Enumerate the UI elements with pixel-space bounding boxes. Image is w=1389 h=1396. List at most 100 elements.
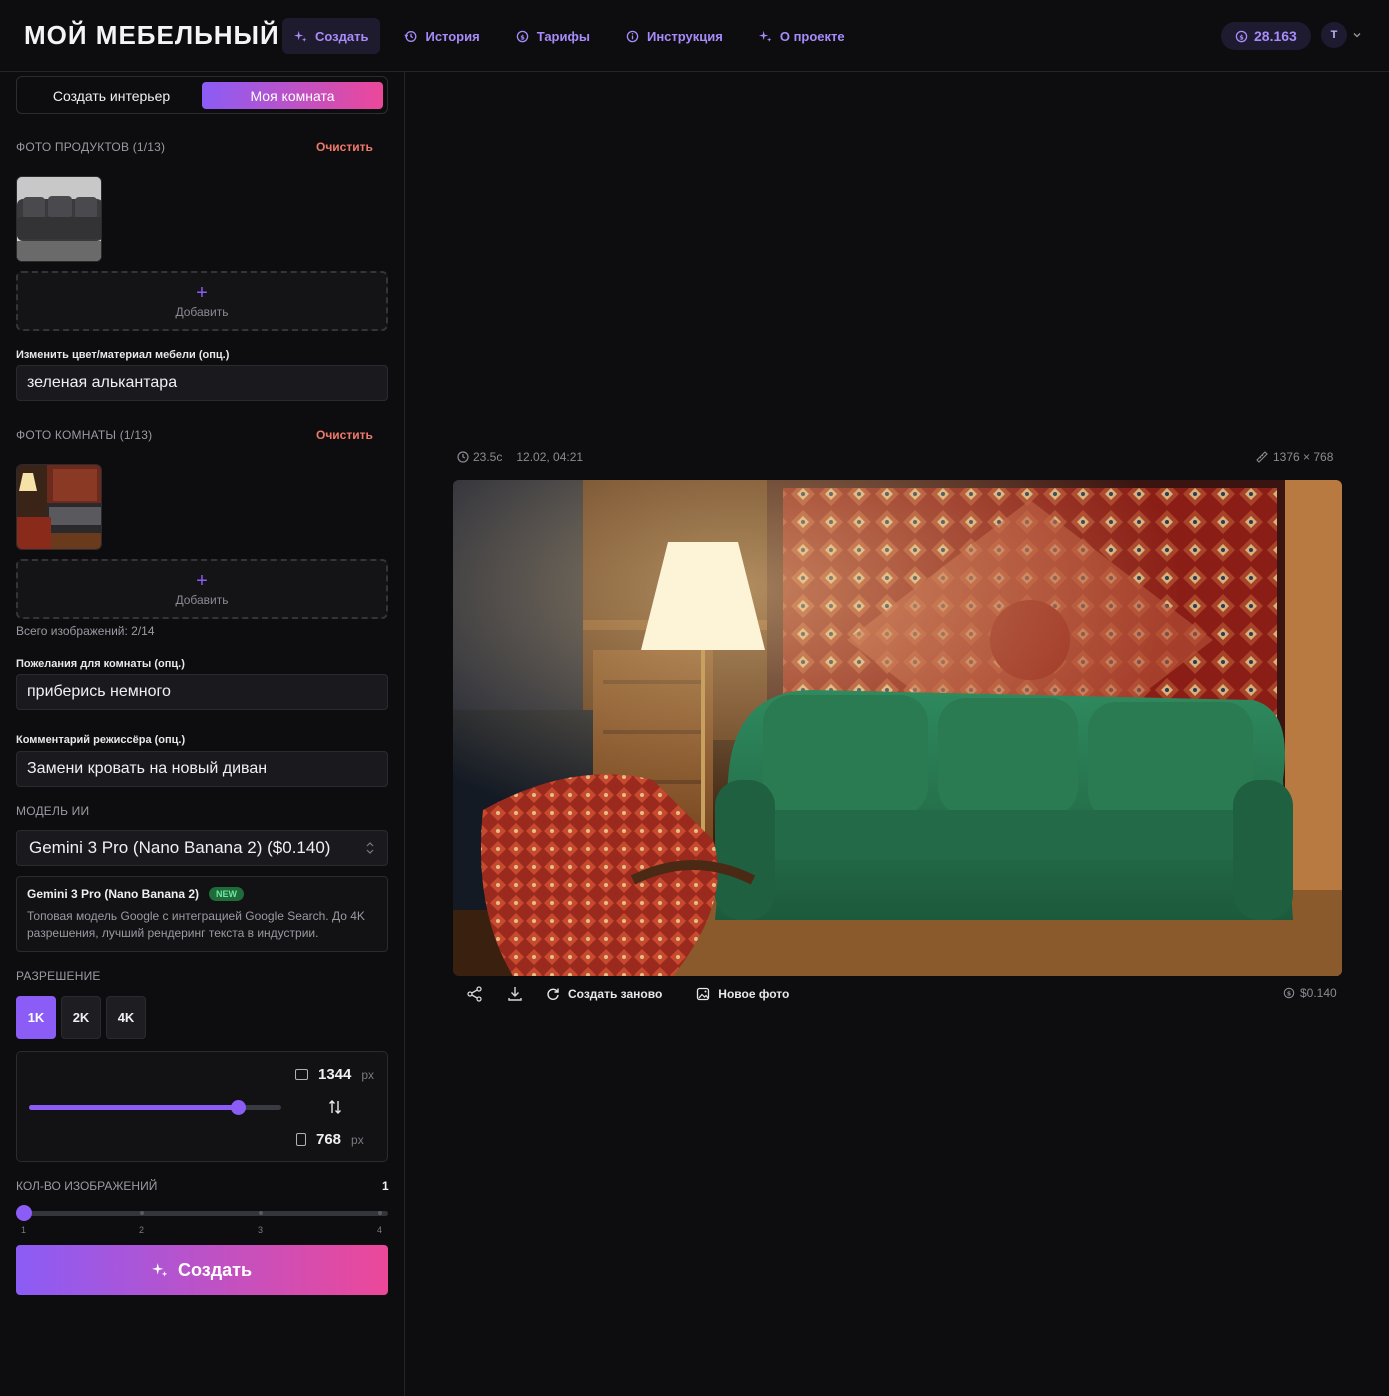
model-info-card: Gemini 3 Pro (Nano Banana 2) NEW Топовая…	[16, 876, 388, 952]
portrait-icon	[296, 1133, 306, 1146]
sparkles-icon	[151, 1263, 168, 1277]
plus-icon: +	[196, 569, 208, 592]
product-thumbnail[interactable]	[16, 176, 102, 262]
balance-badge[interactable]: $ 28.163	[1221, 22, 1311, 50]
new-photo-button[interactable]: Новое фото	[696, 987, 789, 1001]
count-tick-label: 1	[21, 1225, 27, 1235]
tab-my-room[interactable]: Моя комната	[202, 82, 383, 109]
material-input[interactable]: зеленая алькантара	[16, 365, 388, 401]
download-icon[interactable]	[506, 985, 524, 1003]
sofa-photo	[17, 177, 101, 261]
new-photo-label: Новое фото	[718, 987, 790, 1001]
nav-about[interactable]: О проекте	[747, 18, 857, 54]
create-button[interactable]: Создать	[16, 1245, 388, 1295]
width-unit: px	[361, 1067, 375, 1082]
duration: 23.5с	[457, 450, 502, 464]
clock-icon	[457, 451, 469, 463]
count-tick	[140, 1211, 144, 1215]
width-value[interactable]: 1344	[318, 1066, 351, 1083]
create-button-label: Создать	[177, 1259, 253, 1280]
mode-switch: Создать интерьер Моя комната	[16, 76, 388, 114]
count-slider[interactable]	[24, 1211, 388, 1216]
count-value: 1	[382, 1179, 389, 1193]
resolution-1k-button[interactable]: 1K	[16, 996, 56, 1039]
height-unit: px	[351, 1132, 364, 1147]
balance-value: 28.163	[1254, 28, 1297, 44]
plus-icon: +	[196, 281, 208, 304]
width-row: 1344 px	[295, 1066, 374, 1083]
generation-cost: $ $0.140	[1283, 986, 1337, 1000]
ruler-icon	[1256, 451, 1268, 463]
nav-create-label: Создать	[315, 28, 369, 44]
nav-instructions-label: Инструкция	[646, 28, 723, 44]
wishes-label: Пожелания для комнаты (опц.)	[16, 658, 185, 670]
count-tick-label: 2	[139, 1225, 145, 1235]
cost-value: $0.140	[1300, 986, 1337, 1000]
generated-room-image	[453, 480, 1342, 976]
image-plus-icon	[697, 987, 710, 1001]
refresh-icon	[547, 988, 559, 1000]
add-room-button[interactable]: + Добавить	[16, 559, 388, 619]
brand-logo[interactable]: МОЙ МЕБЕЛЬНЫЙ	[24, 20, 280, 51]
add-product-label: Добавить	[175, 304, 229, 319]
room-photo	[17, 465, 101, 549]
nav-tariffs-label: Тарифы	[536, 28, 590, 44]
room-thumbnail[interactable]	[16, 464, 102, 550]
room-clear-link[interactable]: Очистить	[316, 428, 373, 442]
nav-create[interactable]: Создать	[282, 18, 381, 54]
products-section-label: ФОТО ПРОДУКТОВ (1/13)	[16, 140, 166, 154]
nav-history-label: История	[425, 28, 480, 44]
info-icon	[626, 30, 639, 42]
dimensions-panel: 1344 px 768 px	[16, 1051, 388, 1162]
model-select[interactable]: Gemini 3 Pro (Nano Banana 2) ($0.140)	[16, 830, 388, 866]
resolution-4k-button[interactable]: 4K	[106, 996, 146, 1039]
tab-create-interior[interactable]: Создать интерьер	[21, 82, 202, 109]
chevron-down-icon[interactable]	[1352, 30, 1362, 40]
add-product-button[interactable]: + Добавить	[16, 271, 388, 331]
count-tick	[378, 1211, 382, 1215]
resolution-2k-button[interactable]: 2K	[61, 996, 101, 1039]
timestamp: 12.02, 04:21	[516, 450, 584, 464]
result-image[interactable]	[453, 480, 1342, 976]
result-actions: Создать заново Новое фото	[466, 985, 789, 1003]
model-description: Топовая модель Google с интеграцией Goog…	[27, 909, 365, 940]
top-bar: МОЙ МЕБЕЛЬНЫЙ Создать История $ Тарифы И…	[0, 0, 1389, 72]
new-badge: NEW	[209, 887, 245, 901]
products-clear-link[interactable]: Очистить	[316, 140, 373, 154]
landscape-icon	[295, 1069, 308, 1080]
wishes-input[interactable]: приберись немного	[16, 674, 388, 710]
coin-icon: $	[1235, 30, 1248, 42]
total-images: Всего изображений: 2/14	[16, 624, 155, 638]
director-input[interactable]: Замени кровать на новый диван	[16, 751, 388, 787]
swap-dimensions-icon[interactable]	[328, 1099, 342, 1115]
aspect-slider-handle[interactable]	[231, 1100, 247, 1115]
svg-text:$: $	[1239, 33, 1244, 41]
sparkles-icon	[758, 30, 772, 42]
count-section-label: КОЛ-ВО ИЗОБРАЖЕНИЙ	[16, 1179, 158, 1193]
regenerate-button[interactable]: Создать заново	[546, 987, 662, 1001]
resolution-section-label: РАЗРЕШЕНИЕ	[16, 969, 101, 983]
nav-instructions[interactable]: Инструкция	[614, 18, 735, 54]
regenerate-label: Создать заново	[568, 987, 663, 1001]
main-nav: Создать История $ Тарифы Инструкция О пр…	[282, 18, 869, 54]
nav-tariffs[interactable]: $ Тарифы	[504, 18, 602, 54]
svg-text:$: $	[1287, 991, 1291, 998]
image-size: 1376 × 768	[1256, 450, 1333, 464]
model-select-value: Gemini 3 Pro (Nano Banana 2) ($0.140)	[29, 838, 331, 857]
share-icon[interactable]	[466, 985, 484, 1003]
aspect-slider-fill	[29, 1105, 239, 1110]
model-card-name: Gemini 3 Pro (Nano Banana 2)	[27, 887, 200, 901]
avatar[interactable]: T	[1321, 22, 1347, 48]
count-slider-handle[interactable]	[16, 1205, 32, 1221]
coin-icon: $	[1283, 987, 1295, 999]
coin-icon: $	[516, 30, 528, 42]
model-card-title: Gemini 3 Pro (Nano Banana 2) NEW	[27, 887, 377, 901]
add-room-label: Добавить	[175, 592, 229, 607]
height-value[interactable]: 768	[316, 1131, 341, 1148]
sparkles-icon	[294, 30, 307, 42]
chevron-updown-icon	[366, 842, 374, 854]
aspect-slider[interactable]	[29, 1100, 281, 1115]
svg-text:$: $	[520, 33, 525, 41]
nav-history[interactable]: История	[392, 18, 491, 54]
duration-value: 23.5с	[473, 450, 503, 464]
